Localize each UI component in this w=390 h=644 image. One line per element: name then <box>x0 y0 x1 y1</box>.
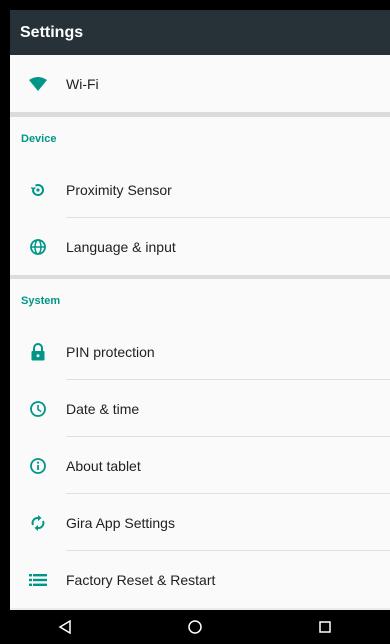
sync-icon <box>10 514 66 532</box>
section-title-device: Device <box>21 133 57 145</box>
setting-factory-reset[interactable]: Factory Reset & Restart <box>10 551 390 608</box>
setting-label: Gira App Settings <box>66 514 175 531</box>
page-title: Settings <box>20 23 84 41</box>
setting-gira-app[interactable]: Gira App Settings <box>10 494 390 551</box>
setting-wifi[interactable]: Wi-Fi <box>10 55 390 112</box>
setting-label: PIN protection <box>66 343 155 360</box>
info-icon <box>10 457 66 475</box>
setting-label: Date & time <box>66 400 140 417</box>
setting-language-input[interactable]: Language & input <box>10 218 390 275</box>
globe-icon <box>10 238 66 256</box>
proximity-sensor-icon <box>10 181 66 199</box>
setting-label: Language & input <box>66 238 176 255</box>
back-button[interactable] <box>35 610 95 644</box>
screen: Settings Wi-Fi Device Proximity Sensor L… <box>0 0 390 644</box>
setting-label: About tablet <box>66 457 141 474</box>
device-section: Device Proximity Sensor Language & input <box>10 117 390 275</box>
wifi-icon <box>10 76 66 91</box>
setting-about-tablet[interactable]: About tablet <box>10 437 390 494</box>
setting-label: Proximity Sensor <box>66 181 172 198</box>
home-button[interactable] <box>165 610 225 644</box>
setting-pin-protection[interactable]: PIN protection <box>10 323 390 380</box>
recents-icon <box>319 621 331 633</box>
settings-panel: Settings Wi-Fi Device Proximity Sensor L… <box>10 10 390 610</box>
app-bar: Settings <box>10 10 390 55</box>
section-title-system: System <box>21 295 61 307</box>
setting-label: Wi-Fi <box>66 75 99 92</box>
setting-label: Factory Reset & Restart <box>66 571 216 588</box>
setting-date-time[interactable]: Date & time <box>10 380 390 437</box>
recents-button[interactable] <box>295 610 355 644</box>
system-section: System PIN protection Date & time About … <box>10 279 390 608</box>
setting-proximity-sensor[interactable]: Proximity Sensor <box>10 161 390 218</box>
navigation-bar <box>0 610 390 644</box>
wifi-card: Wi-Fi <box>10 55 390 112</box>
clock-icon <box>10 400 66 418</box>
back-icon <box>58 620 72 634</box>
home-icon <box>188 620 202 634</box>
lock-icon <box>10 342 66 361</box>
list-icon <box>10 573 66 587</box>
